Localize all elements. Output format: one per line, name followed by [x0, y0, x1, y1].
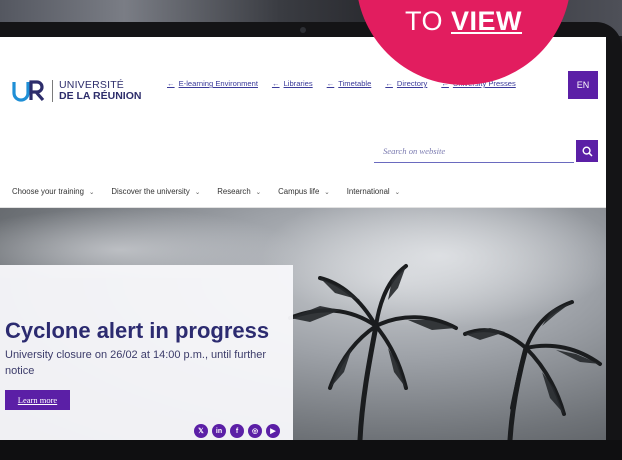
- ur-logo-icon: [12, 80, 46, 102]
- logo-text: UNIVERSITÉ DE LA RÉUNION: [59, 80, 141, 102]
- arrow-left-icon: ←: [326, 79, 335, 88]
- university-logo[interactable]: UNIVERSITÉ DE LA RÉUNION: [12, 80, 141, 102]
- link-label: Directory: [396, 79, 428, 88]
- palm-trees-image: [288, 264, 602, 440]
- language-button[interactable]: EN: [568, 71, 598, 99]
- link-timetable[interactable]: ← Timetable: [327, 79, 372, 88]
- arrow-left-icon: ←: [271, 79, 280, 88]
- arrow-left-icon: ←: [385, 79, 393, 88]
- nav-label: Campus life: [278, 187, 320, 196]
- alert-description: University closure on 26/02 at 14:00 p.m…: [5, 349, 267, 377]
- nav-label: Choose your training: [12, 187, 84, 196]
- nav-label: Research: [217, 187, 251, 196]
- search-icon: [581, 145, 593, 157]
- search-button[interactable]: [576, 140, 598, 162]
- promo-badge-text[interactable]: TO VIEW: [356, 6, 571, 37]
- logo-line2: DE LA RÉUNION: [59, 90, 142, 102]
- link-label: E-learning Environment: [178, 79, 258, 88]
- chevron-down-icon: ⌄: [394, 188, 401, 196]
- link-label: Libraries: [283, 79, 313, 88]
- learn-more-button[interactable]: Learn more: [5, 390, 70, 410]
- promo-prefix: TO: [404, 6, 443, 36]
- x-icon[interactable]: 𝕏: [194, 424, 208, 438]
- camera: [300, 27, 306, 33]
- chevron-down-icon: ⌄: [194, 188, 201, 196]
- link-elearning[interactable]: ← E-learning Environment: [167, 79, 258, 88]
- nav-discover-university[interactable]: Discover the university ⌄: [111, 187, 200, 196]
- link-label: Timetable: [338, 79, 372, 88]
- promo-emphasis: VIEW: [451, 6, 523, 36]
- link-libraries[interactable]: ← Libraries: [272, 79, 313, 88]
- chevron-down-icon: ⌄: [88, 188, 95, 196]
- main-nav: Choose your training ⌄ Discover the unive…: [12, 187, 400, 196]
- nav-research[interactable]: Research ⌄: [217, 187, 261, 196]
- social-links: 𝕏 in f ◎ ▶: [194, 424, 280, 438]
- chevron-down-icon: ⌄: [324, 188, 330, 196]
- nav-campus-life[interactable]: Campus life ⌄: [278, 187, 330, 196]
- search-bar: [374, 141, 574, 163]
- nav-international[interactable]: International ⌄: [347, 187, 400, 196]
- nav-label: International: [346, 187, 390, 196]
- search-input[interactable]: [374, 141, 574, 161]
- chevron-down-icon: ⌄: [255, 188, 262, 196]
- instagram-icon[interactable]: ◎: [248, 424, 262, 438]
- link-directory[interactable]: ← Directory: [385, 79, 427, 88]
- facebook-icon[interactable]: f: [230, 424, 244, 438]
- logo-divider: [52, 80, 53, 102]
- arrow-left-icon: ←: [167, 79, 175, 88]
- laptop-base: [0, 440, 622, 460]
- nav-choose-training[interactable]: Choose your training ⌄: [12, 187, 94, 196]
- linkedin-icon[interactable]: in: [212, 424, 226, 438]
- youtube-icon[interactable]: ▶: [266, 424, 280, 438]
- alert-title: Cyclone alert in progress: [5, 318, 270, 343]
- nav-label: Discover the university: [111, 187, 190, 196]
